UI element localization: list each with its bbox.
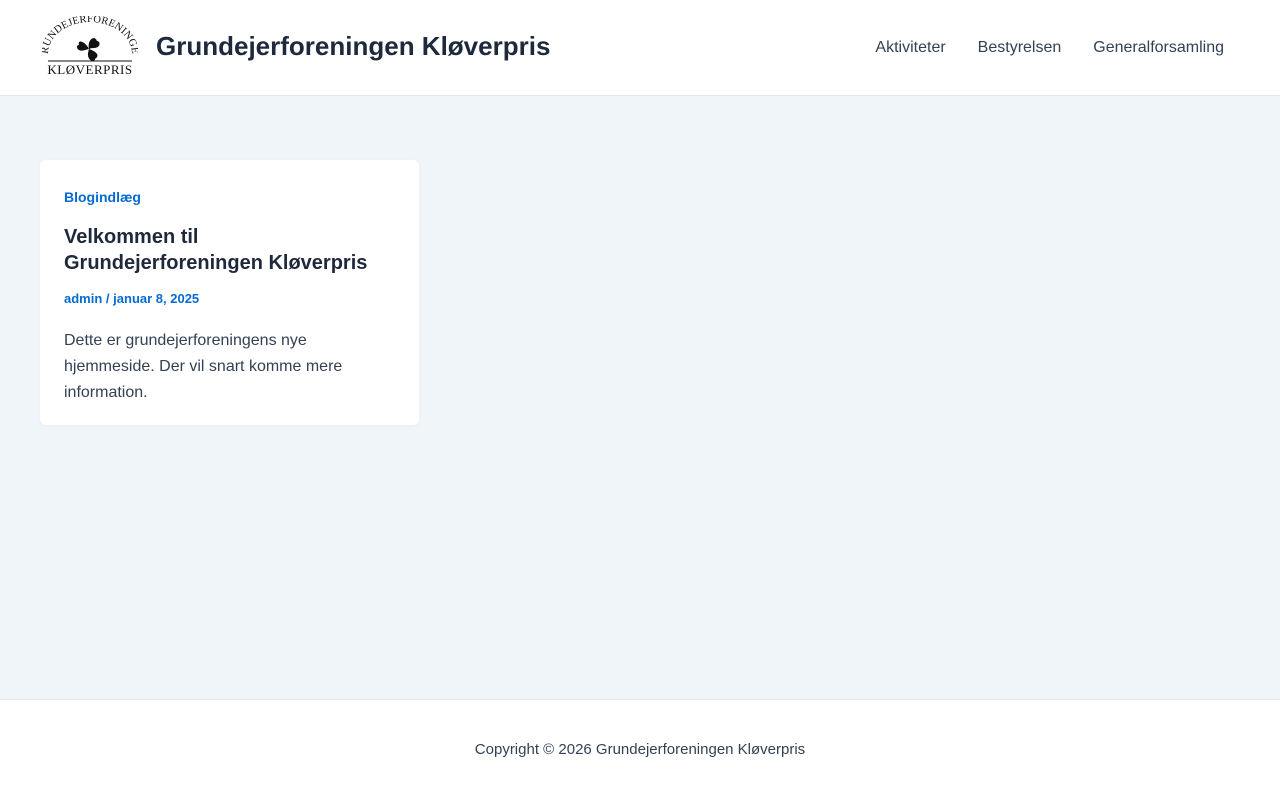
- site-footer: Copyright © 2026 Grundejerforeningen Klø…: [0, 699, 1280, 800]
- post-meta: admin / januar 8, 2025: [64, 290, 395, 308]
- post-title-link[interactable]: Velkommen til Grundejerforeningen Kløver…: [64, 226, 367, 274]
- site-logo[interactable]: GRUNDEJERFORENINGEN KLØVERPRIS: [38, 8, 140, 78]
- main-navigation: Aktiviteter Bestyrelsen Generalforsamlin…: [859, 38, 1240, 58]
- nav-item-aktiviteter[interactable]: Aktiviteter: [859, 38, 961, 58]
- copyright-text: Copyright © 2026 Grundejerforeningen Klø…: [474, 741, 806, 758]
- site-title[interactable]: Grundejerforeningen Kløverpris: [156, 31, 550, 62]
- post-date: januar 8, 2025: [113, 291, 200, 306]
- post-card: Blogindlæg Velkommen til Grundejerforeni…: [40, 160, 419, 425]
- post-category-link[interactable]: Blogindlæg: [64, 188, 395, 206]
- site-header: GRUNDEJERFORENINGEN KLØVERPRIS Grundejer…: [0, 0, 1280, 96]
- post-title: Velkommen til Grundejerforeningen Kløver…: [64, 224, 395, 276]
- post-excerpt: Dette er grundejerforeningens nye hjemme…: [64, 332, 343, 401]
- nav-item-bestyrelsen[interactable]: Bestyrelsen: [962, 38, 1078, 58]
- svg-text:KLØVERPRIS: KLØVERPRIS: [47, 62, 132, 77]
- svg-text:GRUNDEJERFORENINGEN: GRUNDEJERFORENINGEN: [42, 16, 138, 55]
- post-author-link[interactable]: admin: [64, 291, 102, 306]
- clover-logo-icon: GRUNDEJERFORENINGEN KLØVERPRIS: [38, 8, 140, 77]
- nav-item-generalforsamling[interactable]: Generalforsamling: [1077, 38, 1240, 58]
